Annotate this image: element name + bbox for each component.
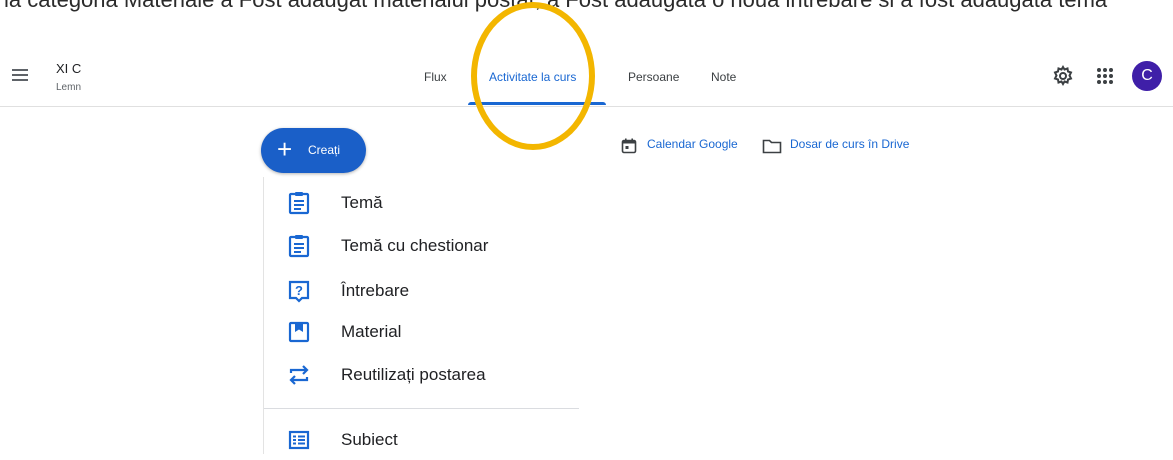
- reuse-icon: [288, 363, 310, 387]
- main-menu-icon[interactable]: [10, 64, 32, 86]
- apps-grid-icon[interactable]: [1093, 64, 1117, 88]
- cropped-document-text: la categoria Materiale a Fost adaugat ma…: [0, 0, 1173, 16]
- menu-item-label: Temă cu chestionar: [341, 236, 489, 255]
- menu-item-label: Temă: [341, 193, 383, 212]
- avatar[interactable]: C: [1132, 61, 1162, 91]
- menu-item-intrebare[interactable]: ? Întrebare: [264, 271, 579, 311]
- menu-item-reutilizati-postarea[interactable]: Reutilizați postarea: [264, 355, 579, 395]
- plus-icon: +: [277, 134, 293, 164]
- svg-text:?: ?: [295, 283, 303, 298]
- gear-icon[interactable]: [1051, 64, 1075, 88]
- create-button[interactable]: + Creați: [261, 128, 366, 173]
- question-icon: ?: [288, 279, 310, 303]
- tab-note[interactable]: Note: [711, 70, 736, 84]
- drive-folder-link[interactable]: Dosar de curs în Drive: [790, 137, 909, 151]
- menu-item-material[interactable]: Material: [264, 312, 579, 352]
- assignment-icon: [288, 191, 310, 215]
- menu-item-label: Subiect: [341, 430, 398, 449]
- course-title[interactable]: XI C: [56, 61, 81, 76]
- quiz-assignment-icon: [288, 234, 310, 258]
- menu-divider: [264, 408, 579, 409]
- menu-item-label: Întrebare: [341, 281, 410, 300]
- create-button-label: Creați: [308, 143, 341, 157]
- topic-icon: [288, 428, 310, 452]
- tab-flux[interactable]: Flux: [424, 70, 447, 84]
- menu-item-tema[interactable]: Temă: [264, 183, 579, 223]
- course-subtitle: Lemn: [56, 82, 82, 93]
- folder-icon[interactable]: [762, 138, 782, 154]
- tab-persoane[interactable]: Persoane: [628, 70, 679, 84]
- material-icon: [288, 320, 310, 344]
- calendar-google-link[interactable]: Calendar Google: [647, 137, 738, 151]
- calendar-icon[interactable]: [621, 138, 637, 154]
- highlight-circle-annotation: [471, 2, 595, 150]
- menu-item-tema-cu-chestionar[interactable]: Temă cu chestionar: [264, 226, 579, 266]
- menu-item-subiect[interactable]: Subiect: [264, 420, 579, 460]
- menu-item-label: Material: [341, 322, 402, 341]
- create-menu: Temă Temă cu chestionar ? Întrebare Mate…: [263, 177, 579, 454]
- menu-item-label: Reutilizați postarea: [341, 365, 486, 384]
